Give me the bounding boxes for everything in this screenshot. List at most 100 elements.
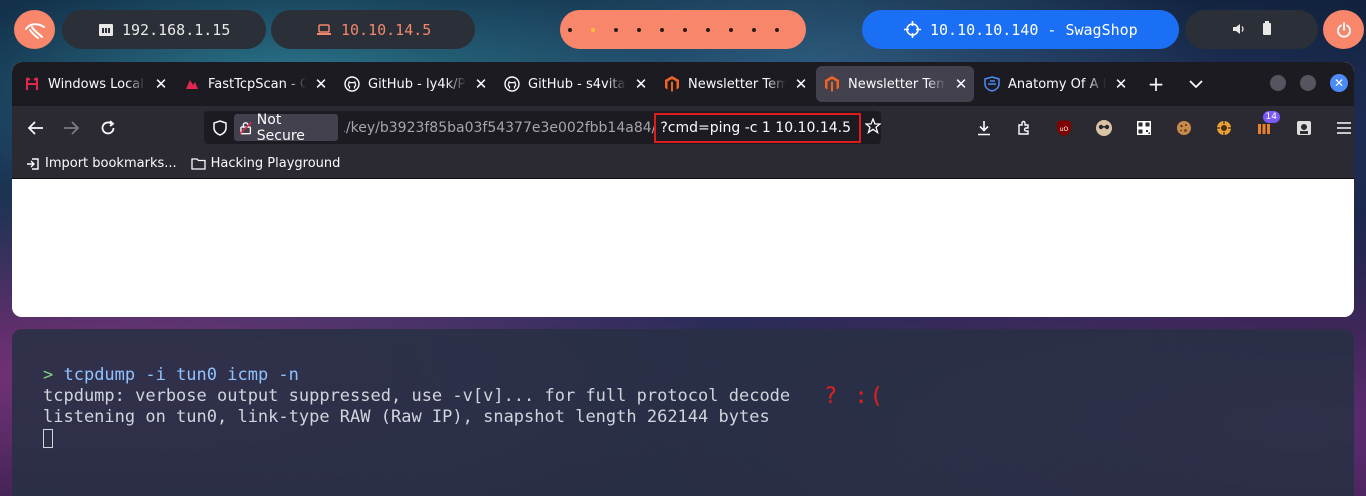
- laptop-icon: [316, 10, 332, 49]
- hamburger-menu-icon: [1337, 121, 1351, 134]
- close-tab-icon[interactable]: ✕: [1114, 75, 1128, 93]
- bookmark-item[interactable]: Hacking Playground: [190, 156, 340, 171]
- maximize-button[interactable]: [1300, 75, 1316, 91]
- new-tab-button[interactable]: +: [1136, 66, 1176, 102]
- close-tab-icon[interactable]: ✕: [474, 75, 488, 93]
- bookmark-label: Import bookmarks...: [45, 156, 177, 171]
- ublock-icon: uO: [1057, 119, 1071, 136]
- vpn-ip-widget: 10.10.14.5: [271, 10, 475, 49]
- url-bar[interactable]: Not Secure /index.php/admin/catalog/prod…: [204, 111, 882, 144]
- url-query-highlighted: ?cmd=ping -c 1 10.10.14.5: [654, 112, 861, 143]
- back-button[interactable]: [20, 112, 52, 144]
- close-tab-icon[interactable]: ✕: [314, 75, 328, 93]
- extensions-button[interactable]: [1004, 106, 1044, 149]
- bookmarks-toolbar: Import bookmarks... Hacking Playground: [12, 149, 1354, 179]
- user-agent-switcher-button[interactable]: [1284, 106, 1324, 149]
- tab-title: GitHub - ly4k/PwnKit: [368, 76, 466, 92]
- close-tab-icon[interactable]: ✕: [634, 75, 648, 93]
- minimize-button[interactable]: [1270, 75, 1286, 91]
- volume-icon[interactable]: [1232, 21, 1246, 39]
- browser-tab[interactable]: GitHub - s4vitar/rpcenum ✕: [496, 66, 654, 102]
- kali-dragon-icon: [24, 22, 45, 39]
- github-icon: [504, 76, 520, 92]
- firefox-window: Windows Local Privilege✕FastTcpScan - Go…: [12, 62, 1354, 317]
- security-label: Not Secure: [256, 111, 305, 144]
- import-icon: [26, 157, 40, 171]
- forward-button[interactable]: [55, 112, 87, 144]
- reload-button[interactable]: [92, 112, 124, 144]
- workspace-dot[interactable]: [706, 27, 710, 32]
- browser-tab[interactable]: Newsletter Templates ✕: [816, 66, 974, 102]
- battery-icon[interactable]: [1262, 20, 1272, 39]
- power-icon: [1336, 21, 1351, 38]
- workspace-dot[interactable]: [568, 27, 572, 32]
- terminal-command: tcpdump -i tun0 icmp -n: [63, 365, 299, 385]
- tab-title: GitHub - s4vitar/rpcenum: [528, 76, 626, 92]
- workspace-dot[interactable]: [775, 27, 779, 32]
- bookmark-item[interactable]: Import bookmarks...: [26, 156, 177, 171]
- close-window-button[interactable]: ✕: [1330, 74, 1348, 92]
- local-ip-widget: 192.168.1.15: [62, 10, 266, 49]
- close-tab-icon[interactable]: ✕: [794, 75, 808, 93]
- power-button[interactable]: [1323, 10, 1364, 49]
- browser-tab[interactable]: Anatomy Of A Magento ✕: [976, 66, 1134, 102]
- foxyproxy-button[interactable]: [1084, 106, 1124, 149]
- page-content-area: [12, 179, 1354, 317]
- plus-icon: +: [1147, 72, 1165, 96]
- insecure-lock-icon: [240, 121, 252, 134]
- browser-tab[interactable]: FastTcpScan - GoLang ✕: [176, 66, 334, 102]
- terminal-cursor-line: [43, 428, 1354, 449]
- github-icon: [344, 76, 360, 92]
- wappalyzer-button[interactable]: 14: [1244, 106, 1284, 149]
- toolbar-icons: uO 14: [964, 106, 1354, 149]
- hack-tools-button[interactable]: [1204, 106, 1244, 149]
- shield-icon: [984, 76, 1000, 92]
- tab-strip: Windows Local Privilege✕FastTcpScan - Go…: [12, 62, 1354, 106]
- qr-code-button[interactable]: [1124, 106, 1164, 149]
- browser-tab[interactable]: Newsletter Templates ✕: [656, 66, 814, 102]
- arrow-left-icon: [28, 121, 43, 135]
- workspace-dot[interactable]: [637, 27, 641, 32]
- crosshair-icon: [904, 10, 921, 49]
- browser-tab[interactable]: Windows Local Privilege ✕: [16, 66, 174, 102]
- close-tab-icon[interactable]: ✕: [154, 75, 168, 93]
- terminal-command-line: > tcpdump -i tun0 icmp -n: [43, 365, 1354, 386]
- download-icon: [978, 120, 990, 135]
- extension-badge: 14: [1262, 111, 1280, 123]
- bookmark-star-icon[interactable]: [864, 116, 882, 138]
- open-menu-button[interactable]: [1324, 106, 1354, 149]
- workspace-switcher[interactable]: [560, 10, 806, 49]
- terminal-output-line: listening on tun0, link-type RAW (Raw IP…: [43, 407, 770, 427]
- workspace-dot[interactable]: [614, 27, 618, 32]
- system-tray[interactable]: [1185, 10, 1318, 49]
- vpn-ip-text: 10.10.14.5: [341, 20, 432, 39]
- workspace-dot[interactable]: [729, 27, 733, 32]
- user-agent-icon: [1297, 120, 1311, 135]
- qr-code-icon: [1137, 120, 1151, 135]
- workspace-dot[interactable]: [591, 27, 595, 32]
- local-ip-text: 192.168.1.15: [122, 20, 231, 39]
- tracking-protection-icon[interactable]: [206, 119, 234, 136]
- downloads-button[interactable]: [964, 106, 1004, 149]
- browser-tab[interactable]: GitHub - ly4k/PwnKit ✕: [336, 66, 494, 102]
- window-controls: ✕: [1270, 74, 1348, 92]
- target-widget: 10.10.10.140 - SwagShop: [862, 10, 1179, 49]
- list-all-tabs-button[interactable]: [1176, 66, 1216, 102]
- workspace-dot[interactable]: [660, 27, 664, 32]
- terminal-prompt: >: [43, 365, 64, 385]
- tab-title: Anatomy Of A Magento: [1008, 76, 1106, 92]
- hack-tools-icon: [1217, 120, 1231, 135]
- terminal-output-line: tcpdump: verbose output suppressed, use …: [43, 386, 791, 406]
- cookie-icon: [1177, 120, 1191, 135]
- ublock-origin-button[interactable]: uO: [1044, 106, 1084, 149]
- tabs-container: Windows Local Privilege✕FastTcpScan - Go…: [16, 66, 1136, 106]
- workspace-dot[interactable]: [752, 27, 756, 32]
- tab-title: Newsletter Templates: [688, 76, 786, 92]
- cookie-editor-button[interactable]: [1164, 106, 1204, 149]
- workspace-dot[interactable]: [683, 27, 687, 32]
- close-tab-icon[interactable]: ✕: [954, 75, 968, 93]
- security-indicator[interactable]: Not Secure: [234, 111, 338, 144]
- kali-menu-button[interactable]: [14, 10, 55, 49]
- terminal-window[interactable]: > tcpdump -i tun0 icmp -n tcpdump: verbo…: [12, 329, 1354, 496]
- arrow-right-icon: [64, 121, 79, 135]
